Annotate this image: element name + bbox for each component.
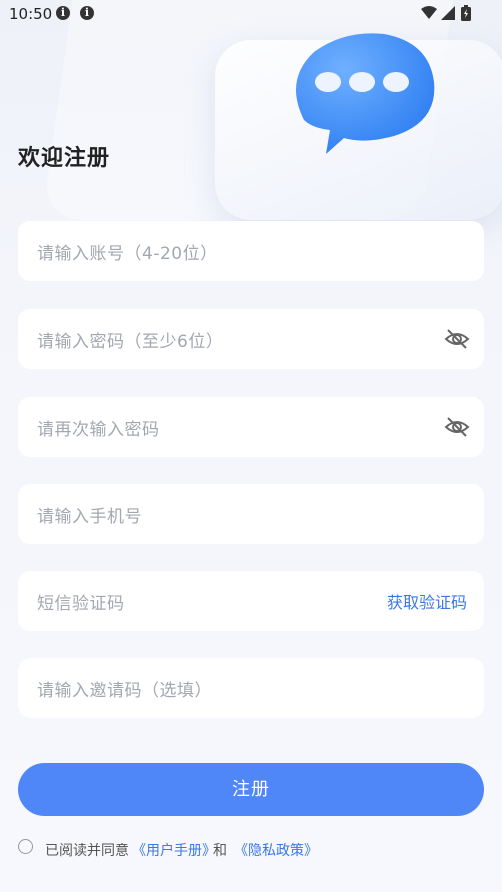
account-input[interactable]: 请输入账号（4-20位）	[18, 221, 484, 281]
register-button[interactable]: 注册	[18, 763, 484, 816]
phone-input[interactable]: 请输入手机号	[18, 484, 484, 544]
confirm-password-placeholder: 请再次输入密码	[37, 420, 160, 440]
password-placeholder: 请输入密码（至少6位）	[37, 332, 224, 352]
invite-code-input[interactable]: 请输入邀请码（选填）	[18, 658, 484, 718]
info-icon: i	[80, 6, 94, 20]
sms-code-placeholder: 短信验证码	[37, 594, 125, 614]
chat-bubble-icon	[296, 33, 435, 154]
agreement-and: 和	[213, 843, 227, 859]
confirm-password-input[interactable]: 请再次输入密码	[18, 397, 484, 457]
privacy-policy-link[interactable]: 《隐私政策》	[234, 840, 318, 860]
user-manual-link[interactable]: 《用户手册》	[132, 840, 216, 860]
info-icon: i	[56, 6, 70, 20]
signal-icon	[441, 6, 455, 20]
phone-placeholder: 请输入手机号	[37, 507, 142, 527]
eye-off-icon[interactable]	[444, 415, 470, 439]
eye-off-icon[interactable]	[444, 327, 470, 351]
page-title: 欢迎注册	[18, 146, 111, 171]
agree-checkbox[interactable]	[18, 839, 33, 854]
battery-icon	[461, 5, 471, 21]
status-bar: 10:50 i i	[0, 0, 502, 28]
invite-code-placeholder: 请输入邀请码（选填）	[37, 681, 212, 701]
get-code-button[interactable]: 获取验证码	[387, 589, 467, 613]
password-input[interactable]: 请输入密码（至少6位）	[18, 309, 484, 369]
agreement-prefix: 已阅读并同意	[45, 843, 129, 859]
account-placeholder: 请输入账号（4-20位）	[37, 244, 218, 264]
sms-code-input[interactable]: 短信验证码 获取验证码	[18, 571, 484, 631]
status-time: 10:50	[9, 5, 53, 23]
wifi-icon	[421, 6, 437, 19]
